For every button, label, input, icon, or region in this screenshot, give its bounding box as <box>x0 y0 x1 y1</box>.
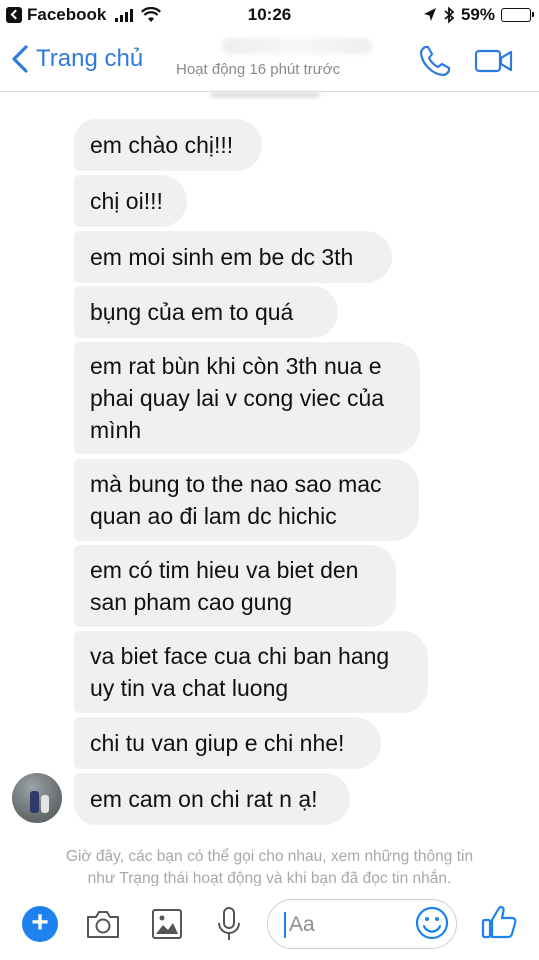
plus-icon[interactable]: + <box>22 906 58 942</box>
activity-status: Hoạt động 16 phút trước <box>176 61 341 78</box>
message-text: em chào chị!!! <box>90 132 234 158</box>
status-right: 59% <box>423 5 534 25</box>
message-bubble[interactable]: em chào chị!!! <box>74 119 262 171</box>
camera-icon[interactable] <box>84 906 122 942</box>
notice-line: Giờ đây, các bạn có thể gọi cho nhau, xe… <box>65 848 474 865</box>
sender-avatar[interactable] <box>12 773 62 823</box>
contact-name-redacted <box>222 38 372 54</box>
message-bubble[interactable]: em có tim hieu va biet den san pham cao … <box>74 545 396 627</box>
message-text: em cam on chi rat n ạ! <box>90 786 318 812</box>
battery-percent: 59% <box>460 5 495 24</box>
conversation-header: Trang chủ Hoạt động 16 phút trước <box>0 30 539 92</box>
message-bubble[interactable]: bụng của em to quá <box>74 286 338 338</box>
message-input-placeholder: Aa <box>289 913 315 936</box>
message-text: mà bung to the nao sao mac quan ao đi la… <box>90 471 382 529</box>
timestamp-redacted <box>210 92 320 98</box>
bluetooth-icon <box>444 6 455 24</box>
message-text: bụng của em to quá <box>90 299 294 325</box>
message-text: chi tu van giup e chi nhe! <box>90 730 345 756</box>
message-bubble[interactable]: va biet face cua chi ban hang uy tin va … <box>74 631 428 713</box>
emoji-icon[interactable] <box>415 906 449 940</box>
microphone-icon[interactable] <box>210 906 248 942</box>
back-chevron-icon <box>12 45 28 73</box>
phone-icon[interactable] <box>418 44 452 78</box>
battery-icon <box>501 8 534 22</box>
message-composer: + Aa <box>0 886 539 960</box>
thumbs-up-icon[interactable] <box>480 903 518 941</box>
video-camera-icon[interactable] <box>474 48 514 74</box>
message-text: va biet face cua chi ban hang uy tin va … <box>90 643 390 701</box>
message-bubble[interactable]: em rat bùn khi còn 3th nua e phai quay l… <box>74 342 420 454</box>
back-label: Trang chủ <box>36 45 144 72</box>
message-text: em moi sinh em be dc 3th <box>90 244 354 270</box>
message-bubble[interactable]: em moi sinh em be dc 3th <box>74 231 392 283</box>
conversation-notice: Giờ đây, các bạn có thể gọi cho nhau, xe… <box>0 846 539 890</box>
message-text: em rat bùn khi còn 3th nua e phai quay l… <box>90 353 385 443</box>
message-bubble[interactable]: chi tu van giup e chi nhe! <box>74 717 381 769</box>
location-arrow-icon <box>423 8 436 21</box>
message-text: chị oi!!! <box>90 188 163 214</box>
message-bubble[interactable]: mà bung to the nao sao mac quan ao đi la… <box>74 459 419 541</box>
gallery-icon[interactable] <box>148 906 186 942</box>
back-button[interactable]: Trang chủ <box>10 44 143 74</box>
message-bubble[interactable]: em cam on chi rat n ạ! <box>74 773 350 825</box>
status-bar: Facebook 10:26 59% <box>0 0 539 30</box>
message-text: em có tim hieu va biet den san pham cao … <box>90 557 359 615</box>
text-caret <box>284 912 286 938</box>
message-bubble[interactable]: chị oi!!! <box>74 175 187 227</box>
